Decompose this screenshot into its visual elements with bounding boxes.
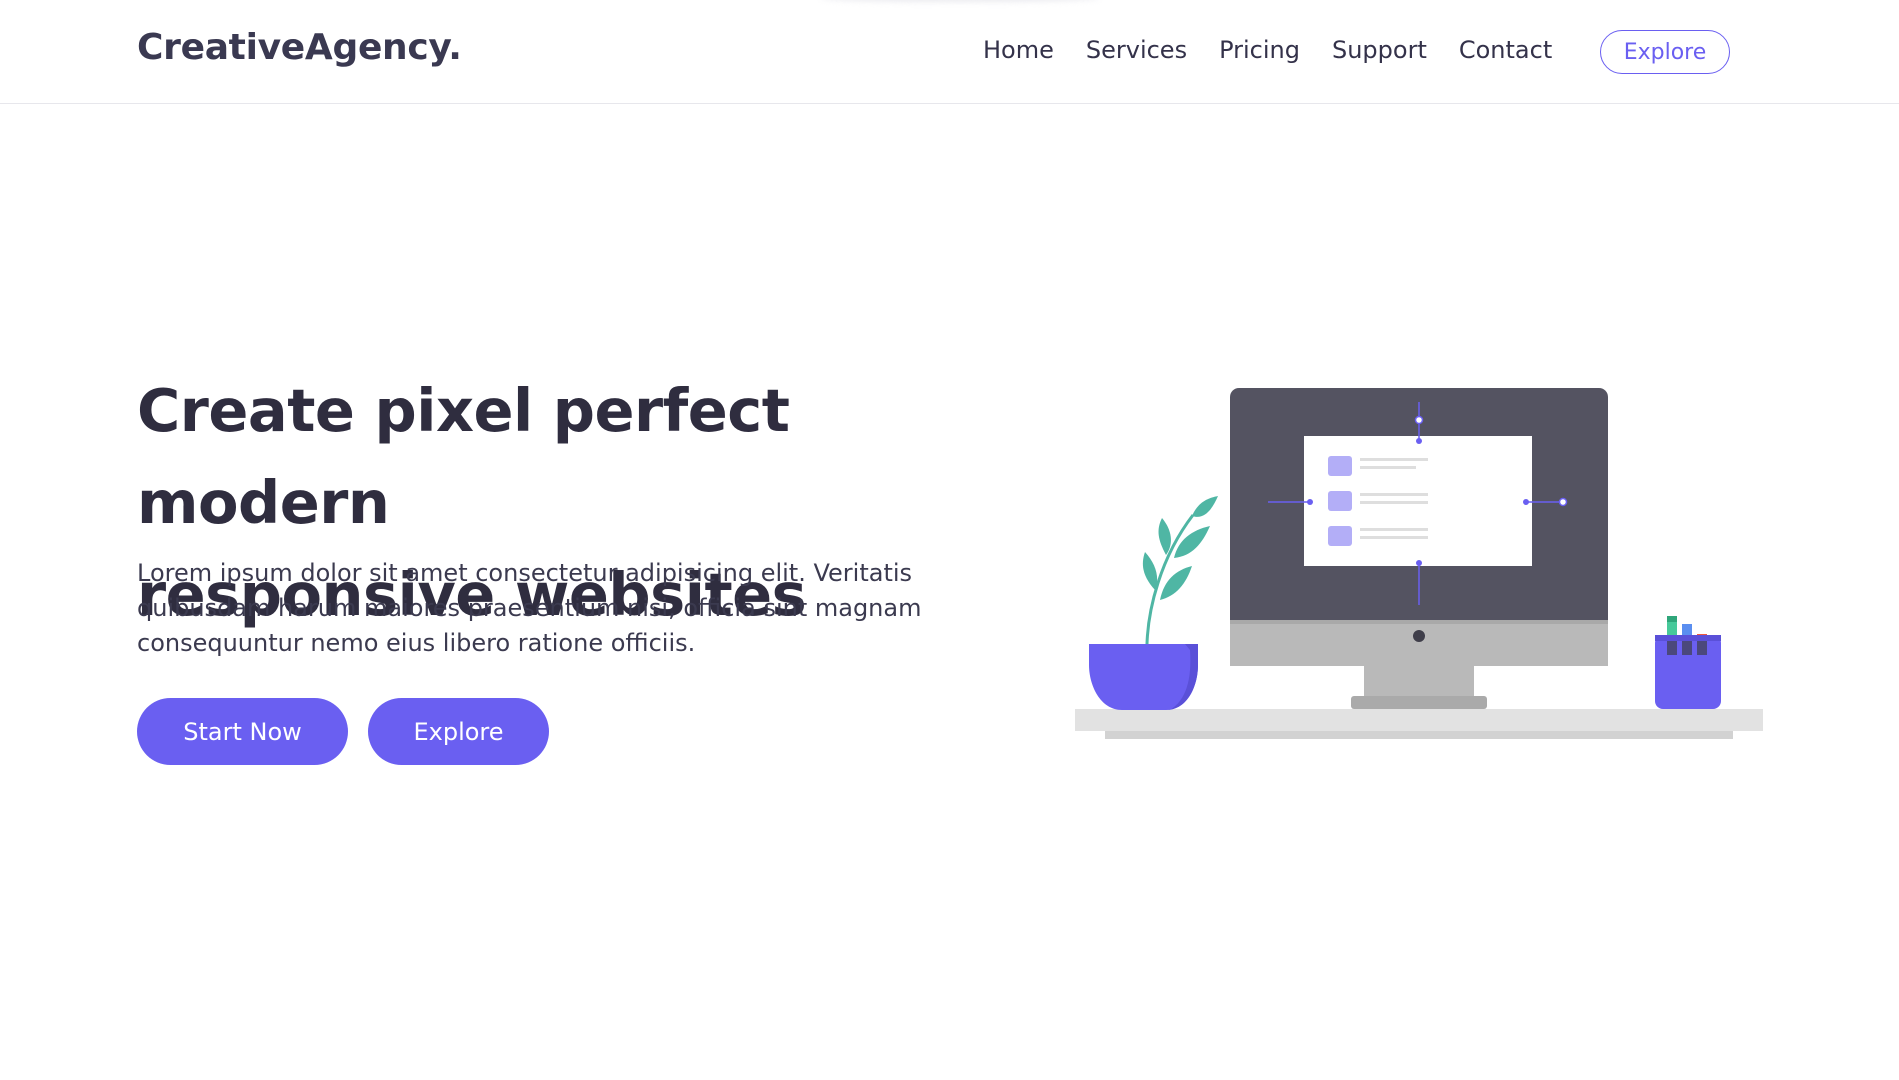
desk-shelf-edge xyxy=(1105,731,1733,739)
hero-description: Lorem ipsum dolor sit amet consectetur a… xyxy=(137,559,922,657)
nav-links: Home Services Pricing Support Contact xyxy=(983,36,1584,64)
hero-illustration xyxy=(1070,380,1770,754)
start-now-button[interactable]: Start Now xyxy=(137,698,348,765)
nav-link-services[interactable]: Services xyxy=(1086,36,1187,64)
nav-link-support[interactable]: Support xyxy=(1332,36,1427,64)
nav-link-contact[interactable]: Contact xyxy=(1459,36,1552,64)
explore-button[interactable]: Explore xyxy=(368,698,549,765)
nav-link-home[interactable]: Home xyxy=(983,36,1054,64)
hero-title-line-1: Create pixel perfect modern xyxy=(137,376,790,537)
nav-shadow-decoration xyxy=(820,0,1100,2)
desk-shelf xyxy=(1075,709,1763,731)
navbar: CreativeAgency. Home Services Pricing Su… xyxy=(0,0,1899,104)
pen-holder-icon xyxy=(1655,616,1721,709)
desk-illustration xyxy=(1075,388,1763,739)
brand-logo[interactable]: CreativeAgency. xyxy=(137,27,462,68)
nav-explore-button[interactable]: Explore xyxy=(1600,30,1730,74)
nav-link-pricing[interactable]: Pricing xyxy=(1219,36,1300,64)
desktop-monitor-icon xyxy=(1230,388,1608,709)
plant-pot-icon xyxy=(1089,496,1218,710)
